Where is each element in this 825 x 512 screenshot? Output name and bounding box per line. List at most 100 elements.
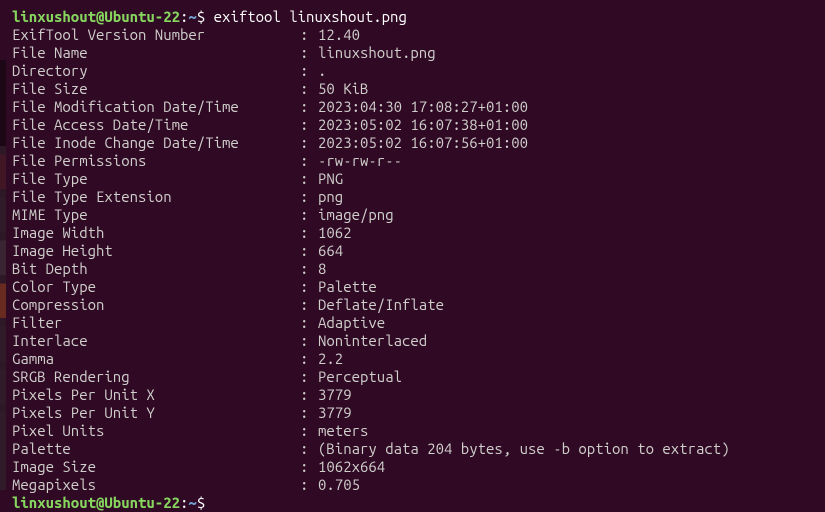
output-separator: : — [300, 152, 318, 170]
output-key: File Modification Date/Time — [12, 98, 300, 116]
output-separator: : — [300, 476, 318, 494]
output-line: File Modification Date/Time: 2023:04:30 … — [12, 98, 813, 116]
output-separator: : — [300, 404, 318, 422]
output-value: Perceptual — [318, 368, 402, 386]
output-value: . — [318, 62, 326, 80]
output-separator: : — [300, 440, 318, 458]
output-key: Gamma — [12, 350, 300, 368]
output-separator: : — [300, 332, 318, 350]
output-separator: : — [300, 458, 318, 476]
output-value: 1062x664 — [318, 458, 385, 476]
output-key: SRGB Rendering — [12, 368, 300, 386]
output-separator: : — [300, 206, 318, 224]
output-line: File Permissions: -rw-rw-r-- — [12, 152, 813, 170]
output-line: MIME Type: image/png — [12, 206, 813, 224]
prompt-line-1: linxushout@Ubuntu-22:~$ exiftool linuxsh… — [12, 8, 813, 26]
output-value: Deflate/Inflate — [318, 296, 444, 314]
output-value: 2023:04:30 17:08:27+01:00 — [318, 98, 528, 116]
output-separator: : — [300, 170, 318, 188]
output-value: 3779 — [318, 404, 352, 422]
output-line: File Inode Change Date/Time: 2023:05:02 … — [12, 134, 813, 152]
output-line: File Name: linuxshout.png — [12, 44, 813, 62]
command-output: ExifTool Version Number: 12.40File Name:… — [12, 26, 813, 494]
output-key: Directory — [12, 62, 300, 80]
output-value: Noninterlaced — [318, 332, 427, 350]
output-key: Image Width — [12, 224, 300, 242]
prompt-sep2: $ — [197, 8, 214, 25]
output-separator: : — [300, 350, 318, 368]
output-value: 50 KiB — [318, 80, 368, 98]
output-key: Pixels Per Unit X — [12, 386, 300, 404]
output-value: 2023:05:02 16:07:56+01:00 — [318, 134, 528, 152]
terminal[interactable]: linxushout@Ubuntu-22:~$ exiftool linuxsh… — [0, 8, 825, 512]
output-line: Interlace: Noninterlaced — [12, 332, 813, 350]
output-value: png — [318, 188, 343, 206]
output-separator: : — [300, 134, 318, 152]
output-separator: : — [300, 296, 318, 314]
output-key: File Access Date/Time — [12, 116, 300, 134]
output-separator: : — [300, 278, 318, 296]
output-value: 1062 — [318, 224, 352, 242]
prompt-user: linxushout@Ubuntu-22 — [12, 8, 180, 25]
output-value: image/png — [318, 206, 394, 224]
output-key: Pixel Units — [12, 422, 300, 440]
output-line: File Size: 50 KiB — [12, 80, 813, 98]
output-value: 3779 — [318, 386, 352, 404]
output-value: 2023:05:02 16:07:38+01:00 — [318, 116, 528, 134]
output-value: 12.40 — [318, 26, 360, 44]
output-separator: : — [300, 62, 318, 80]
output-key: Pixels Per Unit Y — [12, 404, 300, 422]
output-separator: : — [300, 188, 318, 206]
output-value: 2.2 — [318, 350, 343, 368]
output-line: Compression: Deflate/Inflate — [12, 296, 813, 314]
output-separator: : — [300, 368, 318, 386]
output-line: Filter: Adaptive — [12, 314, 813, 332]
output-line: File Access Date/Time: 2023:05:02 16:07:… — [12, 116, 813, 134]
output-key: File Permissions — [12, 152, 300, 170]
output-line: Color Type: Palette — [12, 278, 813, 296]
output-line: Pixels Per Unit X: 3779 — [12, 386, 813, 404]
output-value: linuxshout.png — [318, 44, 436, 62]
output-separator: : — [300, 242, 318, 260]
output-line: Gamma: 2.2 — [12, 350, 813, 368]
output-separator: : — [300, 224, 318, 242]
output-value: 664 — [318, 242, 343, 260]
output-value: meters — [318, 422, 368, 440]
output-value: 0.705 — [318, 476, 360, 494]
output-separator: : — [300, 98, 318, 116]
output-separator: : — [300, 260, 318, 278]
prompt-sep2: $ — [197, 494, 205, 511]
output-separator: : — [300, 26, 318, 44]
prompt-path: ~ — [188, 8, 196, 25]
output-line: Image Width: 1062 — [12, 224, 813, 242]
output-key: MIME Type — [12, 206, 300, 224]
output-key: Palette — [12, 440, 300, 458]
output-key: File Size — [12, 80, 300, 98]
output-value: -rw-rw-r-- — [318, 152, 402, 170]
prompt-line-2: linxushout@Ubuntu-22:~$ — [12, 494, 813, 512]
output-key: File Type — [12, 170, 300, 188]
output-line: File Type Extension: png — [12, 188, 813, 206]
output-separator: : — [300, 44, 318, 62]
output-line: File Type: PNG — [12, 170, 813, 188]
output-line: Pixels Per Unit Y: 3779 — [12, 404, 813, 422]
output-separator: : — [300, 386, 318, 404]
output-line: Pixel Units: meters — [12, 422, 813, 440]
output-value: Adaptive — [318, 314, 385, 332]
output-line: Image Size: 1062x664 — [12, 458, 813, 476]
output-key: Image Size — [12, 458, 300, 476]
output-line: ExifTool Version Number: 12.40 — [12, 26, 813, 44]
output-separator: : — [300, 314, 318, 332]
prompt-path: ~ — [188, 494, 196, 511]
output-line: Directory: . — [12, 62, 813, 80]
output-line: Image Height: 664 — [12, 242, 813, 260]
output-separator: : — [300, 116, 318, 134]
output-key: ExifTool Version Number — [12, 26, 300, 44]
output-key: Image Height — [12, 242, 300, 260]
output-separator: : — [300, 422, 318, 440]
dock-sliver — [0, 60, 6, 490]
output-key: Compression — [12, 296, 300, 314]
output-value: Palette — [318, 278, 377, 296]
output-key: File Type Extension — [12, 188, 300, 206]
output-line: Palette: (Binary data 204 bytes, use -b … — [12, 440, 813, 458]
